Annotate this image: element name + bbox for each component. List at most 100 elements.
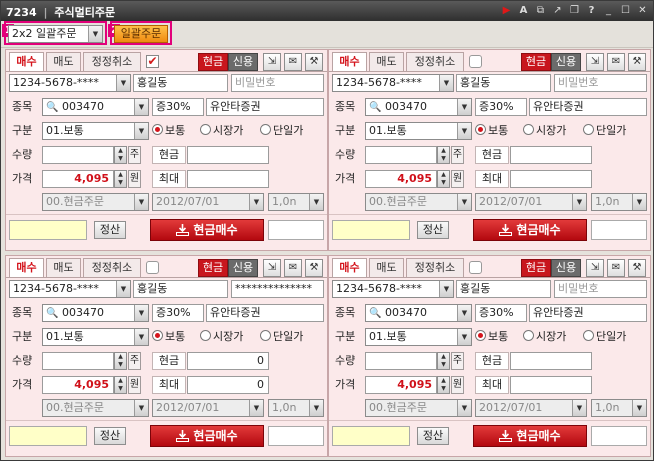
order-kind-select[interactable]: 01.보통 ▼: [365, 328, 472, 346]
link-icon[interactable]: ↗: [550, 4, 565, 18]
settle-button[interactable]: 정산: [417, 427, 449, 445]
order-category-select[interactable]: 00.현금주문 ▼: [42, 193, 149, 211]
settings-icon[interactable]: ⚒: [305, 53, 323, 71]
cash-mode-toggle[interactable]: 현금: [198, 53, 228, 71]
radio-single-price[interactable]: 단일가: [260, 328, 303, 346]
play-icon[interactable]: ▶: [499, 4, 514, 18]
price-stepper[interactable]: ▲ ▼: [114, 170, 127, 188]
chevron-down-icon[interactable]: ▼: [134, 194, 148, 210]
stock-code-field[interactable]: 🔍 003470 ▼: [365, 304, 472, 322]
order-category-select[interactable]: 00.현금주문 ▼: [42, 399, 149, 417]
quantity-input[interactable]: [42, 352, 114, 370]
memo-field[interactable]: [332, 220, 410, 240]
account-select[interactable]: 1234-5678-**** ▼: [332, 280, 454, 298]
memo-field[interactable]: [9, 220, 87, 240]
panel-select-checkbox[interactable]: [469, 55, 482, 68]
help-icon[interactable]: ?: [584, 4, 599, 18]
quantity-stepper[interactable]: ▲ ▼: [114, 146, 127, 164]
tab-buy[interactable]: 매수: [332, 52, 367, 72]
cash-mode-toggle[interactable]: 현금: [521, 259, 551, 277]
chevron-down-icon[interactable]: ▼: [249, 400, 263, 416]
tab-buy[interactable]: 매수: [9, 52, 44, 72]
account-select[interactable]: 1234-5678-**** ▼: [9, 74, 131, 92]
radio-normal[interactable]: 보통: [152, 122, 185, 140]
quantity-stepper[interactable]: ▲ ▼: [437, 352, 450, 370]
settle-button[interactable]: 정산: [94, 221, 126, 239]
price-input[interactable]: 4,095: [42, 170, 114, 188]
radio-market[interactable]: 시장가: [523, 328, 566, 346]
password-field[interactable]: 비밀번호: [554, 280, 647, 298]
chevron-down-icon[interactable]: ▼: [457, 194, 471, 210]
chevron-down-icon[interactable]: ▼: [457, 123, 471, 139]
price-stepper[interactable]: ▲ ▼: [114, 376, 127, 394]
radio-market[interactable]: 시장가: [523, 122, 566, 140]
chevron-down-icon[interactable]: ▼: [632, 400, 646, 416]
settle-button[interactable]: 정산: [94, 427, 126, 445]
date-select[interactable]: 2012/07/01 ▼: [475, 399, 587, 417]
radio-normal[interactable]: 보통: [152, 328, 185, 346]
settings-icon[interactable]: ⚒: [628, 53, 646, 71]
account-select[interactable]: 1234-5678-**** ▼: [9, 280, 131, 298]
radio-normal[interactable]: 보통: [475, 328, 508, 346]
bulk-order-button[interactable]: 일괄주문: [114, 25, 168, 43]
mail-icon[interactable]: ✉: [284, 259, 302, 277]
cash-buy-button[interactable]: 현금매수: [150, 219, 264, 241]
chevron-down-icon[interactable]: ▼: [134, 329, 148, 345]
search-icon[interactable]: 🔍: [369, 308, 381, 319]
radio-single-price[interactable]: 단일가: [583, 122, 626, 140]
radio-normal[interactable]: 보통: [475, 122, 508, 140]
memo-field[interactable]: [9, 426, 87, 446]
quantity-stepper[interactable]: ▲ ▼: [114, 352, 127, 370]
tab-modify-cancel[interactable]: 정정취소: [83, 258, 141, 278]
radio-single-price[interactable]: 단일가: [260, 122, 303, 140]
mail-icon[interactable]: ✉: [284, 53, 302, 71]
radio-market[interactable]: 시장가: [200, 328, 243, 346]
date-select[interactable]: 2012/07/01 ▼: [152, 193, 264, 211]
period-select[interactable]: 1,0n ▼: [591, 399, 647, 417]
credit-mode-toggle[interactable]: 신용: [228, 53, 258, 71]
radio-single-price[interactable]: 단일가: [583, 328, 626, 346]
settings-icon[interactable]: ⚒: [628, 259, 646, 277]
chevron-down-icon[interactable]: ▼: [134, 123, 148, 139]
export-icon[interactable]: ⧉: [533, 4, 548, 18]
settings-icon[interactable]: ⚒: [305, 259, 323, 277]
chevron-down-icon[interactable]: ▼: [309, 194, 323, 210]
quantity-stepper[interactable]: ▲ ▼: [437, 146, 450, 164]
quantity-input[interactable]: [42, 146, 114, 164]
mail-icon[interactable]: ✉: [607, 259, 625, 277]
order-kind-select[interactable]: 01.보통 ▼: [42, 328, 149, 346]
export-icon[interactable]: ⇲: [263, 259, 281, 277]
chevron-down-icon[interactable]: ▼: [134, 99, 148, 115]
credit-mode-toggle[interactable]: 신용: [551, 259, 581, 277]
tab-modify-cancel[interactable]: 정정취소: [406, 258, 464, 278]
cash-buy-button[interactable]: 현금매수: [150, 425, 264, 447]
layout-select[interactable]: 2x2 일괄주문 ▼: [8, 25, 103, 43]
quantity-input[interactable]: [365, 352, 437, 370]
stock-code-field[interactable]: 🔍 003470 ▼: [365, 98, 472, 116]
chevron-down-icon[interactable]: ▼: [572, 194, 586, 210]
tab-buy[interactable]: 매수: [9, 258, 44, 278]
font-icon[interactable]: A: [516, 4, 531, 18]
chevron-down-icon[interactable]: ▼: [572, 400, 586, 416]
chevron-down-icon[interactable]: ▼: [309, 400, 323, 416]
chevron-down-icon[interactable]: ▼: [457, 400, 471, 416]
search-icon[interactable]: 🔍: [46, 102, 58, 113]
date-select[interactable]: 2012/07/01 ▼: [475, 193, 587, 211]
password-field[interactable]: 비밀번호: [554, 74, 647, 92]
close-icon[interactable]: ✕: [635, 4, 650, 18]
chevron-down-icon[interactable]: ▼: [457, 99, 471, 115]
tab-sell[interactable]: 매도: [369, 52, 404, 72]
export-icon[interactable]: ⇲: [586, 259, 604, 277]
tab-sell[interactable]: 매도: [46, 258, 81, 278]
export-icon[interactable]: ⇲: [586, 53, 604, 71]
date-select[interactable]: 2012/07/01 ▼: [152, 399, 264, 417]
price-input[interactable]: 4,095: [365, 170, 437, 188]
order-kind-select[interactable]: 01.보통 ▼: [42, 122, 149, 140]
panel-select-checkbox[interactable]: [469, 261, 482, 274]
quantity-input[interactable]: [365, 146, 437, 164]
cash-buy-button[interactable]: 현금매수: [473, 425, 587, 447]
tab-sell[interactable]: 매도: [46, 52, 81, 72]
maximize-icon[interactable]: ☐: [618, 4, 633, 18]
password-field[interactable]: **************: [231, 280, 324, 298]
chevron-down-icon[interactable]: ▼: [457, 329, 471, 345]
